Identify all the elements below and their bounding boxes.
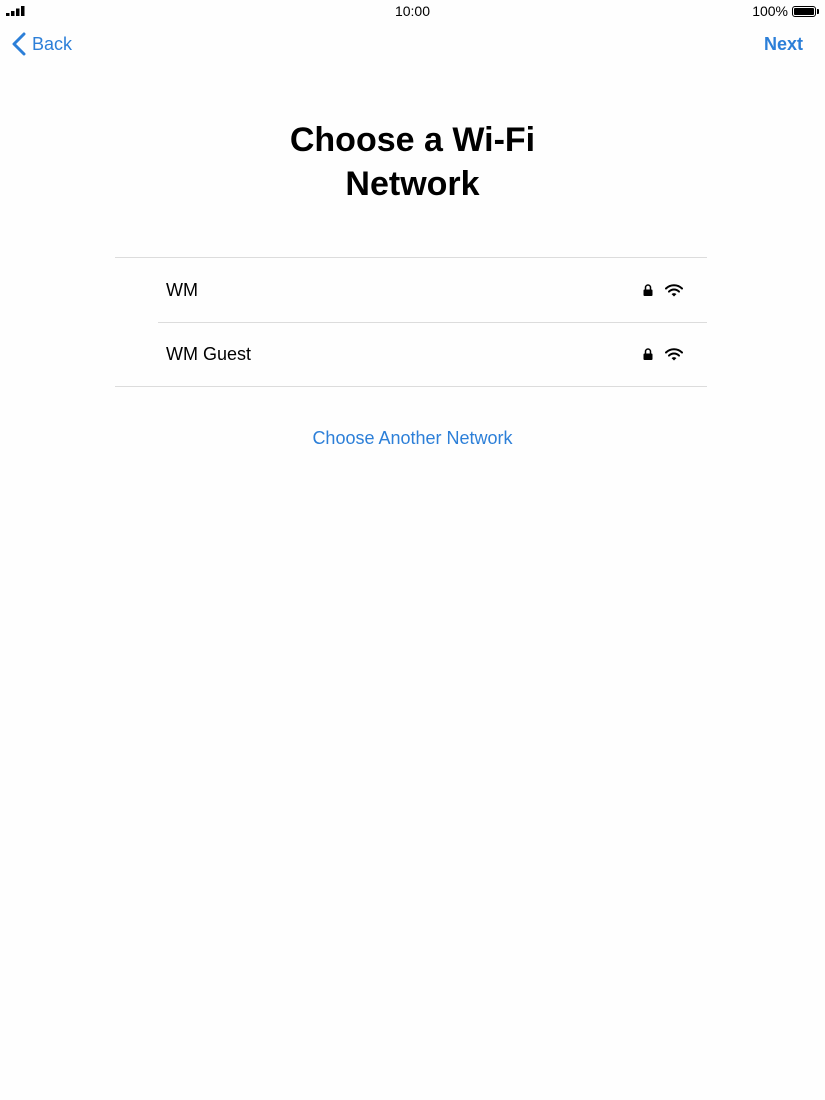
network-name: WM bbox=[166, 279, 198, 300]
wifi-icon bbox=[665, 347, 683, 360]
status-bar: 10:00 100% bbox=[0, 0, 825, 22]
network-row-wm-guest[interactable]: WM Guest bbox=[115, 322, 707, 386]
lock-icon bbox=[643, 348, 653, 360]
next-button[interactable]: Next bbox=[764, 34, 803, 55]
battery-percent: 100% bbox=[752, 3, 788, 19]
lock-icon bbox=[643, 284, 653, 296]
network-row-wm[interactable]: WM bbox=[115, 258, 707, 322]
battery-icon bbox=[792, 5, 816, 17]
status-time: 10:00 bbox=[394, 3, 431, 19]
page-title: Choose a Wi-Fi Network bbox=[289, 121, 536, 203]
other-network-container: Choose Another Network bbox=[0, 428, 825, 449]
choose-another-network-link[interactable]: Choose Another Network bbox=[312, 428, 512, 448]
back-label: Back bbox=[32, 33, 73, 54]
battery-fill bbox=[794, 7, 814, 15]
network-list: WM WM Guest bbox=[115, 257, 707, 387]
back-button[interactable]: Back bbox=[12, 32, 72, 56]
network-name: WM Guest bbox=[166, 343, 252, 364]
battery-tip bbox=[817, 8, 819, 14]
network-status-icons bbox=[643, 347, 683, 361]
battery-status: 100% bbox=[752, 3, 819, 19]
chevron-left-icon bbox=[12, 32, 26, 56]
wifi-icon bbox=[665, 283, 683, 296]
network-status-icons bbox=[643, 283, 683, 297]
